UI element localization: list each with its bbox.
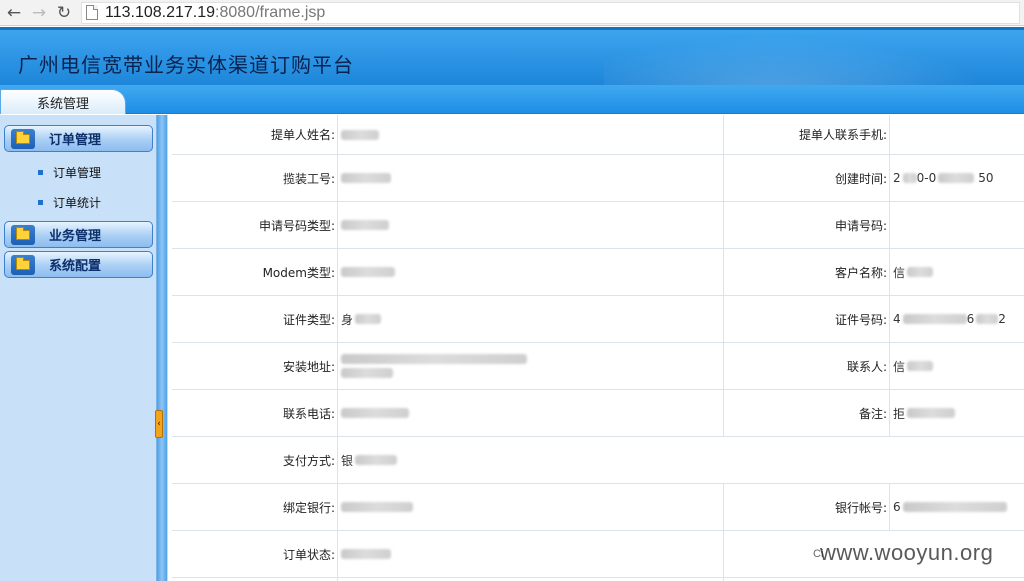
- tab-system-management[interactable]: 系统管理: [0, 89, 126, 114]
- folder-icon: [11, 128, 35, 149]
- collapse-sidebar-icon[interactable]: ‹: [155, 410, 163, 438]
- field-value: 462: [893, 312, 1006, 326]
- field-value: [338, 202, 724, 248]
- field-label: 揽装工号:: [172, 155, 338, 201]
- field-label: 提单人姓名:: [172, 115, 338, 154]
- page-icon: [86, 5, 98, 20]
- field-label: 创建时间:: [724, 155, 890, 201]
- form-row: 绑定银行: 银行帐号: 6: [172, 484, 1024, 531]
- order-detail-panel: 提单人姓名: 提单人联系手机: 揽装工号: 创建时间: 2 0-0 50 申请号码类…: [167, 115, 1024, 581]
- field-label: 银行帐号:: [724, 484, 890, 530]
- menu-item-order-statistics[interactable]: 订单统计: [38, 193, 101, 211]
- form-row: 联系电话: 备注: 拒: [172, 390, 1024, 437]
- sidebar: 订单管理 订单管理 订单统计 业务管理 系统配置: [0, 115, 157, 581]
- form-row: 申请号码类型: 申请号码:: [172, 202, 1024, 249]
- form-row: Modem类型: 客户名称: 信: [172, 249, 1024, 296]
- field-value: 信: [890, 249, 1024, 295]
- field-value: 拒: [890, 390, 1024, 436]
- reload-icon[interactable]: ↻: [53, 2, 75, 24]
- forward-icon[interactable]: →: [28, 2, 50, 24]
- url-path: :8080/frame.jsp: [215, 3, 326, 21]
- menu-item-label: 订单管理: [53, 165, 102, 180]
- field-value: 身: [338, 296, 724, 342]
- app-header: 广州电信宽带业务实体渠道订购平台: [0, 27, 1024, 85]
- field-label: 安装地址:: [172, 343, 338, 389]
- form-row: 安装地址: 联系人: 信: [172, 343, 1024, 390]
- field-value: 信: [890, 343, 1024, 389]
- field-label: 申请号码:: [724, 202, 890, 248]
- sidebar-splitter[interactable]: [157, 115, 167, 581]
- menu-group-label: 业务管理: [49, 229, 102, 244]
- field-label: Modem类型:: [172, 249, 338, 295]
- field-value: 6: [890, 484, 1024, 530]
- menu-group-business-management[interactable]: 业务管理: [4, 221, 153, 248]
- field-label: 证件类型:: [172, 296, 338, 342]
- menu-item-order-management[interactable]: 订单管理: [38, 163, 101, 181]
- menu-item-label: 订单统计: [53, 195, 102, 210]
- field-label: 订单状态:: [172, 531, 338, 577]
- menu-group-label: 订单管理: [49, 133, 102, 148]
- form-row: 支付方式: 银: [172, 437, 1024, 484]
- url-host: 113.108.217.19: [105, 3, 216, 21]
- tab-bar: 系统管理: [0, 85, 1024, 114]
- field-label: 联系人:: [724, 343, 890, 389]
- field-label: 支付方式:: [172, 437, 338, 483]
- field-label: 证件号码:: [724, 296, 890, 342]
- form-row: 提单人姓名: 提单人联系手机:: [172, 115, 1024, 155]
- field-value: [338, 390, 724, 436]
- menu-group-order-management[interactable]: 订单管理: [4, 125, 153, 152]
- field-label: 绑定银行:: [172, 484, 338, 530]
- folder-icon: [11, 224, 35, 245]
- field-value: [338, 343, 724, 389]
- field-value: [338, 155, 724, 201]
- folder-icon: [11, 254, 35, 275]
- field-value: 2 0-0 50: [893, 171, 994, 185]
- bullet-icon: [38, 169, 43, 175]
- field-label: 客户名称:: [724, 249, 890, 295]
- address-bar[interactable]: 113.108.217.19 :8080/frame.jsp: [81, 1, 1020, 24]
- field-label: 申请号码类型:: [172, 202, 338, 248]
- field-value: [890, 202, 1024, 248]
- field-value: [338, 115, 724, 154]
- menu-group-label: 系统配置: [49, 259, 102, 274]
- browser-toolbar: ← → ↻ 113.108.217.19 :8080/frame.jsp: [0, 0, 1024, 26]
- menu-group-system-config[interactable]: 系统配置: [4, 251, 153, 278]
- field-label: 联系电话:: [172, 390, 338, 436]
- field-value: [890, 115, 1024, 154]
- field-value: [338, 249, 724, 295]
- field-value: [338, 531, 724, 577]
- form-row: 揽装工号: 创建时间: 2 0-0 50: [172, 155, 1024, 202]
- field-label: 备注:: [724, 390, 890, 436]
- watermark: www.wooyun.org: [820, 540, 994, 565]
- field-label: 提单人联系手机:: [724, 115, 890, 154]
- form-row: 证件类型: 身 证件号码: 462: [172, 296, 1024, 343]
- field-value: [338, 484, 724, 530]
- back-icon[interactable]: ←: [3, 2, 25, 24]
- app-title: 广州电信宽带业务实体渠道订购平台: [18, 53, 354, 77]
- bullet-icon: [38, 199, 43, 205]
- field-value: 银: [338, 437, 1024, 483]
